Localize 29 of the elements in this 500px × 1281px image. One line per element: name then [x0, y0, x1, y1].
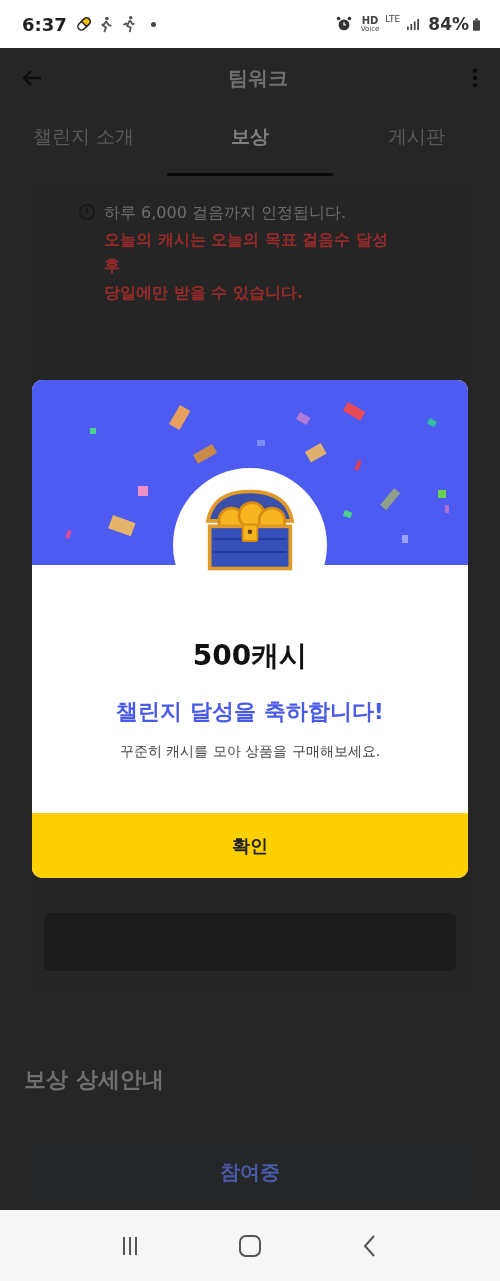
battery-percent: 84%	[428, 14, 469, 34]
home-icon[interactable]	[238, 1233, 262, 1258]
dialog-message: 꾸준히 캐시를 모아 상품을 구매해보세요.	[119, 743, 381, 761]
confetti-piece	[90, 428, 96, 434]
notification-dot-icon	[150, 21, 156, 27]
page-title: 팀워크	[228, 64, 288, 92]
dialog-title: 챌린지 달성을 축하합니다!	[116, 698, 384, 726]
notice-text: 하루 6,000 걸음까지 인정됩니다.	[104, 202, 348, 224]
confetti-piece	[354, 460, 362, 471]
warning-text: 오늘의 캐시는 오늘의 목표 걸음수 달성	[104, 228, 388, 251]
battery-icon	[473, 17, 480, 31]
signal-icon	[406, 18, 421, 30]
confetti-piece	[138, 486, 148, 496]
confetti-piece	[296, 412, 311, 425]
confetti-piece	[402, 535, 408, 543]
alarm-icon	[334, 15, 353, 33]
confetti-piece	[342, 510, 353, 519]
confetti-piece	[257, 440, 265, 446]
confetti-piece	[427, 418, 437, 428]
warning-text: 후	[104, 255, 121, 277]
confetti-piece	[65, 530, 72, 539]
status-time: 6:37	[22, 13, 67, 35]
reward-amount: 500캐시	[192, 638, 308, 674]
warning-text: 당일에만 받을 수 있습니다.	[104, 281, 304, 304]
confirm-button[interactable]: 확인	[32, 813, 468, 878]
lte-label: LTE	[385, 14, 401, 24]
tab[interactable]: 보상	[166, 108, 334, 176]
hd-label: HD	[361, 15, 379, 26]
section-title: 보상 상세안내	[24, 1066, 164, 1094]
